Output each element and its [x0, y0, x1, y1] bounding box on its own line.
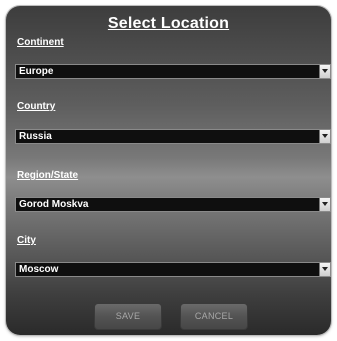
city-label: City — [17, 235, 36, 246]
save-button[interactable]: SAVE — [94, 303, 162, 330]
chevron-down-icon[interactable] — [319, 130, 330, 143]
region-state-value: Gorod Moskva — [19, 199, 89, 210]
chevron-down-icon[interactable] — [319, 263, 330, 276]
country-select[interactable]: Russia — [15, 129, 331, 144]
continent-select[interactable]: Europe — [15, 64, 331, 79]
city-value: Moscow — [19, 264, 59, 275]
city-select[interactable]: Moscow — [15, 262, 331, 277]
region-state-label: Region/State — [17, 170, 79, 181]
cancel-button[interactable]: CANCEL — [180, 303, 248, 330]
country-value: Russia — [19, 131, 52, 142]
continent-label: Continent — [17, 37, 64, 48]
chevron-down-icon[interactable] — [319, 198, 330, 211]
continent-value: Europe — [19, 66, 54, 77]
region-state-select[interactable]: Gorod Moskva — [15, 197, 331, 212]
chevron-down-icon[interactable] — [319, 65, 330, 78]
dialog-title: Select Location — [107, 15, 230, 32]
country-label: Country — [17, 101, 56, 112]
select-location-dialog: Select Location Continent Europe Country… — [6, 6, 331, 335]
